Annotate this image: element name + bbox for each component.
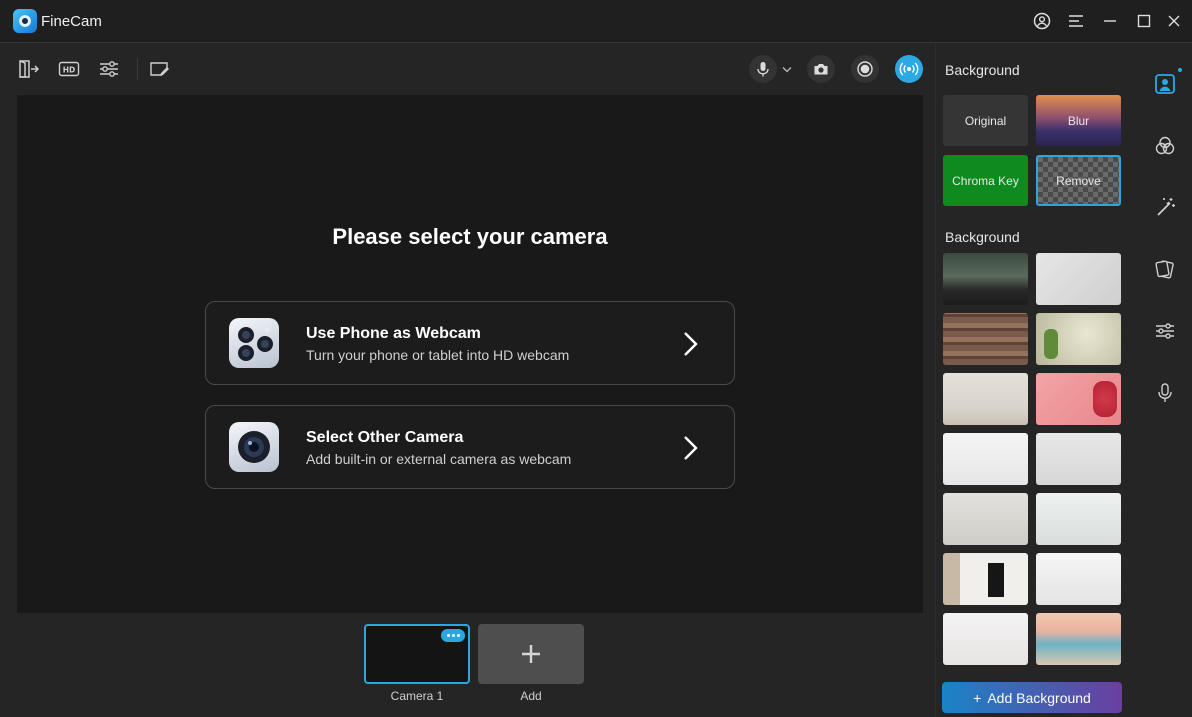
mode-chroma-key[interactable]: Chroma Key [943,155,1028,206]
select-camera-heading: Please select your camera [332,224,608,249]
mode-label: Remove [1056,173,1101,188]
magic-wand-icon[interactable] [1152,194,1178,220]
mode-label: Chroma Key [952,173,1019,188]
option-subtitle: Add built-in or external camera as webca… [306,451,572,467]
app-title: FineCam [41,13,102,30]
plus-icon [522,645,540,663]
finecam-window: FineCam HD Please select your camera Use… [0,0,1192,717]
background-thumbnail[interactable] [943,373,1028,425]
select-other-camera-option[interactable]: Select Other Camera Add built-in or exte… [205,405,735,489]
menu-icon[interactable] [1066,11,1086,31]
adjust-sliders-icon[interactable] [97,57,121,81]
maximize-icon[interactable] [1134,11,1154,31]
background-thumbnail[interactable] [943,253,1028,305]
background-thumbnail[interactable] [1036,553,1121,605]
mode-original[interactable]: Original [943,95,1028,146]
filters-icon[interactable] [1152,133,1178,159]
microphone-icon[interactable] [1152,380,1178,406]
minimize-icon[interactable] [1100,11,1120,31]
plus-icon: + [973,689,982,706]
backgrounds-title: Background [945,229,1020,245]
chevron-right-icon [684,436,698,460]
finecam-logo-icon [13,9,37,33]
background-thumbnail[interactable] [943,313,1028,365]
background-thumbnail[interactable] [943,493,1028,545]
use-phone-as-webcam-option[interactable]: Use Phone as Webcam Turn your phone or t… [205,301,735,385]
mode-label: Original [964,113,1007,128]
chevron-down-icon[interactable] [780,58,794,80]
camera-label: Camera 1 [390,689,444,703]
background-thumbnail[interactable] [1036,373,1121,425]
microphone-icon[interactable] [749,55,777,83]
toolbar: HD [0,44,935,94]
portrait-icon[interactable] [1152,71,1178,97]
mode-label: Blur [1067,113,1090,128]
option-title: Select Other Camera [306,429,464,446]
notification-dot [1178,68,1182,72]
account-icon[interactable] [1032,11,1052,31]
phone-camera-icon [229,318,279,368]
hd-icon[interactable]: HD [57,57,81,81]
background-mode-title: Background [945,62,1020,78]
poster-decoration [988,563,1004,597]
background-thumbnail[interactable] [943,433,1028,485]
background-thumbnail[interactable] [1036,493,1121,545]
option-title: Use Phone as Webcam [306,325,481,342]
flower-decoration [1093,381,1117,417]
close-icon[interactable] [1164,11,1184,31]
plant-decoration [1044,329,1058,359]
add-camera-button[interactable] [478,624,584,684]
camera-1-thumbnail[interactable] [364,624,470,684]
stickers-icon[interactable] [1152,256,1178,282]
whiteboard-icon[interactable] [147,57,171,81]
background-thumbnail[interactable] [943,613,1028,665]
background-thumbnail[interactable] [1036,433,1121,485]
panel-divider [935,44,936,717]
toolbar-separator [137,58,138,80]
adjust-icon[interactable] [1152,318,1178,344]
add-background-button[interactable]: + Add Background [942,682,1122,713]
svg-text:HD: HD [63,66,76,75]
option-subtitle: Turn your phone or tablet into HD webcam [306,347,570,363]
add-background-label: Add Background [987,689,1091,706]
record-icon[interactable] [851,55,879,83]
chevron-right-icon [684,332,698,356]
background-thumbnail[interactable] [1036,253,1121,305]
exit-icon[interactable] [17,57,41,81]
mode-blur[interactable]: Blur [1036,95,1121,146]
webcam-icon [229,422,279,472]
add-camera-label: Add [520,689,542,703]
more-options-icon[interactable] [441,629,465,642]
background-thumbnail[interactable] [1036,313,1121,365]
camera-snapshot-icon[interactable] [807,55,835,83]
broadcast-icon[interactable] [895,55,923,83]
mode-remove[interactable]: Remove [1036,155,1121,206]
title-bar: FineCam [0,0,1192,43]
background-thumbnail[interactable] [943,553,1028,605]
background-thumbnail[interactable] [1036,613,1121,665]
